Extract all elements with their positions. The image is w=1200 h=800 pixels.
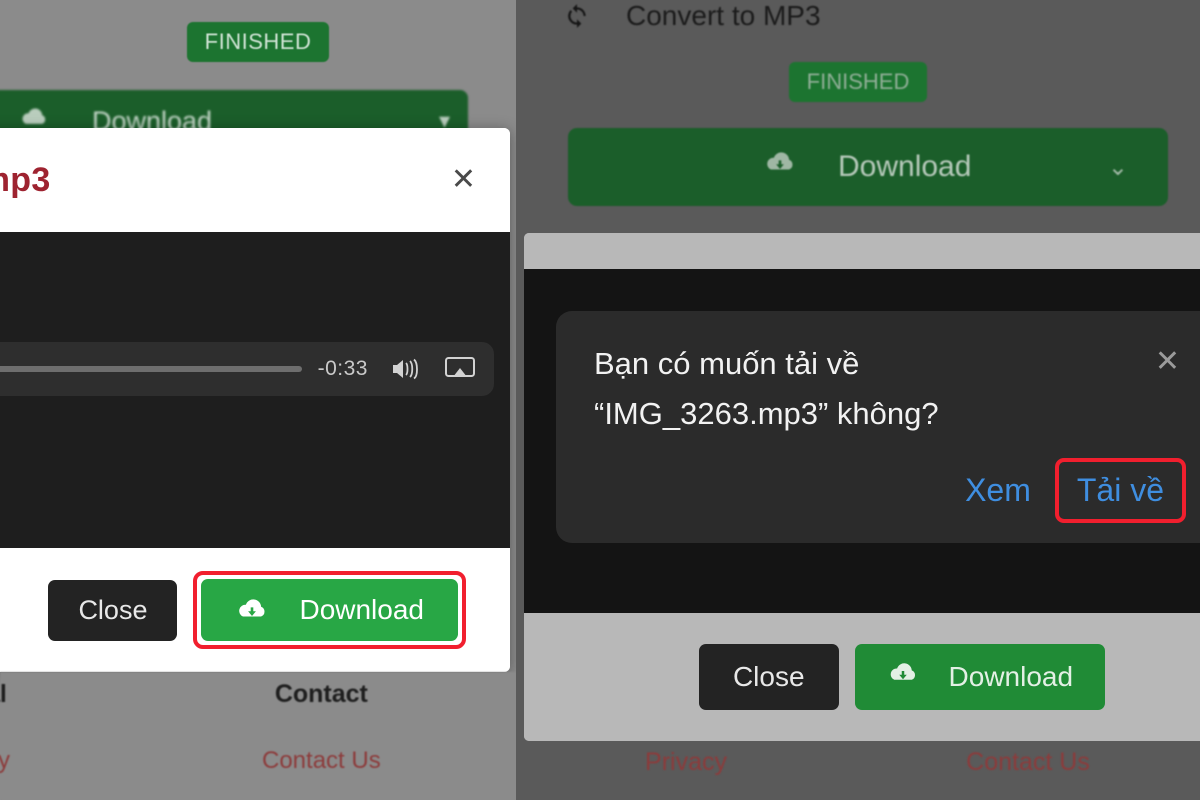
screenshot-stage: FINISHED Download ▾ .mp3 ✕ -0:33 bbox=[0, 0, 1200, 800]
left-site-footer: al cy Contact Contact Us ♥ bbox=[0, 672, 516, 800]
footer-link-privacy[interactable]: cy bbox=[0, 747, 10, 775]
download-button[interactable]: Download bbox=[854, 644, 1106, 710]
cloud-download-icon bbox=[235, 597, 269, 623]
playback-progress-slider[interactable] bbox=[0, 366, 302, 372]
modal-footer: Close Download bbox=[0, 548, 510, 672]
view-button[interactable]: Xem bbox=[947, 462, 1049, 519]
right-site-footer: Privacy Contact Us bbox=[516, 748, 1200, 777]
footer-column-legal: al cy bbox=[0, 680, 10, 775]
chevron-down-icon[interactable]: ⌄ bbox=[1108, 153, 1128, 182]
modal-media-body: -0:33 bbox=[0, 232, 510, 548]
cloud-download-icon bbox=[764, 150, 796, 184]
ios-download-confirm-dialog: Bạn có muốn tải về “IMG_3263.mp3” không?… bbox=[556, 311, 1200, 543]
cloud-download-icon bbox=[887, 661, 919, 693]
status-badge: FINISHED bbox=[186, 22, 330, 62]
close-icon[interactable]: ✕ bbox=[441, 159, 486, 201]
sync-refresh-icon bbox=[564, 3, 590, 29]
dialog-message-line-1: Bạn có muốn tải về bbox=[594, 346, 860, 381]
convert-to-mp3-label: Convert to MP3 bbox=[626, 0, 821, 31]
right-status-row: FINISHED bbox=[516, 62, 1200, 102]
left-status-row: FINISHED bbox=[0, 22, 516, 62]
modal-top-strip bbox=[524, 233, 1200, 269]
audio-player-controls[interactable]: -0:33 bbox=[0, 342, 494, 396]
modal-title: .mp3 bbox=[0, 160, 51, 199]
dialog-message: Bạn có muốn tải về “IMG_3263.mp3” không? bbox=[594, 339, 1155, 439]
download-dropdown-button[interactable]: Download ⌄ bbox=[568, 128, 1168, 206]
modal-header: .mp3 ✕ bbox=[0, 128, 510, 232]
left-panel: FINISHED Download ▾ .mp3 ✕ -0:33 bbox=[0, 0, 516, 800]
download-button[interactable]: Tải về bbox=[1067, 464, 1174, 517]
footer-link-privacy[interactable]: Privacy bbox=[516, 748, 856, 777]
modal-media-body: Bạn có muốn tải về “IMG_3263.mp3” không?… bbox=[524, 269, 1200, 613]
convert-to-mp3-header: Convert to MP3 bbox=[564, 0, 821, 32]
download-button[interactable]: Download bbox=[201, 578, 458, 642]
modal-footer: Close Download bbox=[524, 613, 1200, 741]
footer-heading-legal: al bbox=[0, 680, 7, 708]
download-dropdown-label: Download bbox=[838, 150, 972, 183]
volume-high-icon[interactable] bbox=[390, 356, 422, 382]
close-icon[interactable]: ✕ bbox=[1155, 339, 1186, 377]
remaining-time-label: -0:33 bbox=[317, 357, 368, 380]
close-button[interactable]: Close bbox=[698, 644, 839, 710]
close-button[interactable]: Close bbox=[48, 579, 178, 641]
download-button-label: Download bbox=[299, 593, 424, 625]
footer-column-contact: Contact Contact Us bbox=[262, 680, 381, 775]
footer-link-contact-us[interactable]: Contact Us bbox=[856, 748, 1200, 777]
download-highlight-box: Tải về bbox=[1054, 458, 1186, 523]
right-download-modal: Bạn có muốn tải về “IMG_3263.mp3” không?… bbox=[524, 233, 1200, 741]
download-highlight-box: Download bbox=[193, 570, 466, 650]
airplay-icon[interactable] bbox=[444, 356, 476, 382]
dialog-actions: Xem Tải về bbox=[594, 458, 1186, 523]
footer-link-contact-us[interactable]: Contact Us bbox=[262, 747, 381, 775]
left-download-modal: .mp3 ✕ -0:33 bbox=[0, 128, 510, 672]
footer-heading-contact: Contact bbox=[274, 680, 368, 708]
right-panel: Convert to MP3 FINISHED Download ⌄ Bạn c… bbox=[516, 0, 1200, 800]
status-badge: FINISHED bbox=[788, 62, 928, 102]
dialog-top-row: Bạn có muốn tải về “IMG_3263.mp3” không?… bbox=[594, 339, 1186, 439]
dialog-message-line-2: “IMG_3263.mp3” không? bbox=[594, 396, 939, 432]
download-button-label: Download bbox=[948, 661, 1074, 692]
